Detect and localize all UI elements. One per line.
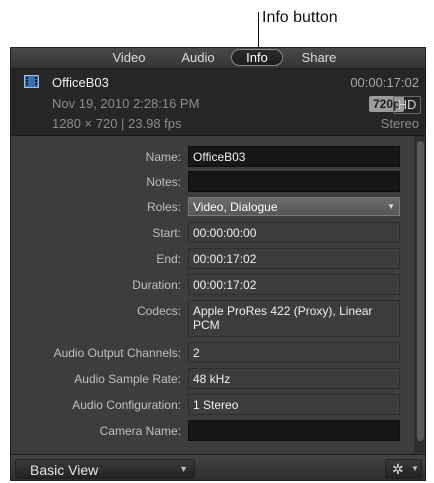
- chevron-down-icon: ▼: [411, 464, 419, 473]
- properties-scrollbar[interactable]: [414, 136, 425, 453]
- notes-label: Notes:: [146, 175, 181, 189]
- audio-output-channels-label: Audio Output Channels:: [53, 346, 181, 360]
- gear-icon: ✲: [392, 461, 404, 477]
- roles-value: Video, Dialogue: [193, 200, 278, 214]
- audio-sample-rate-field: 48 kHz: [188, 368, 400, 389]
- duration-field: 00:00:17:02: [188, 274, 400, 295]
- audio-sample-rate-label: Audio Sample Rate:: [74, 372, 181, 386]
- callout-label: Info button: [262, 9, 338, 26]
- name-label: Name:: [145, 150, 181, 164]
- roles-popup[interactable]: Video, Dialogue ▼: [188, 197, 400, 216]
- camera-name-field[interactable]: [188, 420, 400, 441]
- inspector-panel: Video Audio Info Share OfficeB03 00:00:1…: [10, 47, 426, 481]
- action-menu-button[interactable]: ✲ ▼: [385, 459, 422, 479]
- clip-format: 1280 × 720 | 23.98 fps: [52, 116, 182, 131]
- film-clip-icon: [24, 75, 39, 88]
- inspector-footer: Basic View ▼ ✲ ▼: [11, 454, 425, 480]
- start-field: 00:00:00:00: [188, 222, 400, 243]
- properties-list: Name: OfficeB03 Notes: Roles: Video, Dia…: [11, 136, 425, 453]
- inspector-tab-bar: Video Audio Info Share: [11, 48, 425, 69]
- chevron-down-icon: ▼: [387, 202, 395, 211]
- scrollbar-thumb[interactable]: [417, 141, 424, 441]
- end-field: 00:00:17:02: [188, 248, 400, 269]
- tab-info[interactable]: Info: [231, 49, 283, 66]
- codecs-label: Codecs:: [136, 304, 181, 318]
- view-mode-popup[interactable]: Basic View ▼: [15, 459, 195, 479]
- clip-date: Nov 19, 2010 2:28:16 PM: [52, 96, 200, 111]
- camera-name-label: Camera Name:: [99, 424, 181, 438]
- codecs-field: Apple ProRes 422 (Proxy), Linear PCM: [188, 300, 400, 337]
- end-label: End:: [156, 252, 181, 266]
- clip-summary-header: OfficeB03 00:00:17:02 Nov 19, 2010 2:28:…: [11, 69, 425, 136]
- duration-label: Duration:: [132, 278, 181, 292]
- audio-configuration-label: Audio Configuration:: [72, 398, 181, 412]
- tab-video[interactable]: Video: [103, 49, 155, 66]
- clip-name: OfficeB03: [52, 75, 109, 90]
- tab-share[interactable]: Share: [293, 49, 345, 66]
- tab-audio[interactable]: Audio: [172, 49, 224, 66]
- notes-field[interactable]: [188, 171, 400, 192]
- roles-label: Roles:: [146, 200, 181, 214]
- clip-channels: Stereo: [380, 116, 419, 131]
- hd-badge: HD: [393, 96, 421, 114]
- name-field[interactable]: OfficeB03: [188, 146, 400, 167]
- callout-line: [258, 12, 259, 50]
- chevron-down-icon: ▼: [179, 464, 188, 474]
- audio-output-channels-field: 2: [188, 342, 400, 363]
- audio-configuration-field: 1 Stereo: [188, 394, 400, 415]
- start-label: Start:: [152, 226, 181, 240]
- view-mode-label: Basic View: [30, 462, 99, 478]
- clip-duration: 00:00:17:02: [350, 75, 419, 90]
